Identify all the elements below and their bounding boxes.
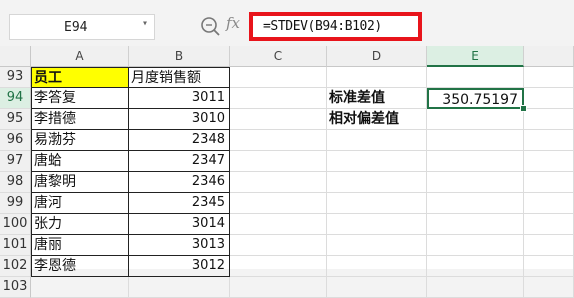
empty-cell[interactable]	[524, 214, 574, 235]
table-cell[interactable]: 3011	[129, 88, 230, 109]
table-cell[interactable]	[230, 109, 327, 130]
table-cell[interactable]	[427, 235, 524, 256]
row-header[interactable]: 102	[0, 256, 31, 277]
table-cell[interactable]	[230, 151, 327, 172]
empty-cell[interactable]	[524, 151, 574, 172]
table-cell[interactable]	[230, 67, 327, 88]
table-cell[interactable]	[427, 193, 524, 214]
table-cell[interactable]	[327, 214, 427, 235]
table-cell[interactable]: 唐丽	[31, 235, 129, 256]
label-cell[interactable]: 相对偏差值	[327, 109, 427, 130]
table-cell[interactable]	[327, 130, 427, 151]
table-cell[interactable]	[327, 172, 427, 193]
formula-bar: E94 ▾ fx =STDEV(B94:B102)	[0, 0, 574, 46]
table-cell[interactable]	[327, 256, 427, 277]
row-header[interactable]: 95	[0, 109, 31, 130]
select-all-corner[interactable]	[0, 46, 31, 67]
chevron-down-icon[interactable]: ▾	[142, 18, 148, 29]
table-cell[interactable]	[427, 172, 524, 193]
empty-cell[interactable]	[524, 67, 574, 88]
table-cell[interactable]: 2346	[129, 172, 230, 193]
table-cell[interactable]	[427, 256, 524, 277]
table-cell[interactable]	[327, 277, 427, 298]
label-cell[interactable]: 标准差值	[327, 88, 427, 109]
row-header[interactable]: 98	[0, 172, 31, 193]
table-cell[interactable]	[427, 277, 524, 298]
row-header[interactable]: 93	[0, 67, 31, 88]
table-cell[interactable]	[427, 214, 524, 235]
table-cell[interactable]: 2345	[129, 193, 230, 214]
table-cell[interactable]: 李恩德	[31, 256, 129, 277]
table-cell[interactable]: 唐黎明	[31, 172, 129, 193]
table-cell[interactable]	[31, 277, 129, 298]
column-header-c[interactable]: C	[230, 46, 327, 67]
column-header-b[interactable]: B	[129, 46, 230, 67]
table-cell[interactable]	[230, 88, 327, 109]
empty-cell[interactable]	[524, 277, 574, 298]
table-cell[interactable]	[427, 109, 524, 130]
column-header-e[interactable]: E	[427, 46, 524, 67]
table-cell[interactable]	[427, 67, 524, 88]
column-header-a[interactable]: A	[31, 46, 129, 67]
table-cell[interactable]: 3013	[129, 235, 230, 256]
formula-text: =STDEV(B94:B102)	[263, 19, 382, 34]
table-cell[interactable]: 易渤芬	[31, 130, 129, 151]
table-cell[interactable]	[230, 130, 327, 151]
empty-cell[interactable]	[524, 172, 574, 193]
spreadsheet-grid: A B C D E 93 员工 月度销售额 94 李答复 3011 标准差值 350.75197 95 李措…	[0, 46, 574, 298]
table-cell[interactable]: 李措德	[31, 109, 129, 130]
zoom-icon[interactable]	[199, 14, 223, 38]
table-cell[interactable]	[230, 235, 327, 256]
empty-cell[interactable]	[524, 109, 574, 130]
table-cell[interactable]	[230, 193, 327, 214]
fill-handle[interactable]	[520, 105, 527, 112]
table-cell[interactable]: 3014	[129, 214, 230, 235]
name-box-value: E94	[64, 20, 88, 35]
table-cell[interactable]: 3012	[129, 256, 230, 277]
table-cell[interactable]	[327, 151, 427, 172]
row-header[interactable]: 100	[0, 214, 31, 235]
table-cell[interactable]	[327, 67, 427, 88]
row-header[interactable]: 97	[0, 151, 31, 172]
table-cell[interactable]: 李答复	[31, 88, 129, 109]
row-header[interactable]: 94	[0, 88, 31, 109]
table-cell[interactable]: 月度销售额	[129, 67, 230, 88]
empty-cell[interactable]	[524, 130, 574, 151]
table-cell[interactable]	[327, 235, 427, 256]
table-cell[interactable]	[427, 130, 524, 151]
row-header[interactable]: 96	[0, 130, 31, 151]
empty-cell[interactable]	[524, 256, 574, 277]
empty-cell[interactable]	[524, 193, 574, 214]
table-cell[interactable]	[327, 193, 427, 214]
table-cell[interactable]	[230, 277, 327, 298]
row-header[interactable]: 99	[0, 193, 31, 214]
table-cell[interactable]	[129, 277, 230, 298]
table-cell[interactable]	[427, 151, 524, 172]
name-box[interactable]: E94 ▾	[9, 14, 155, 40]
table-cell[interactable]: 员工	[31, 67, 129, 88]
empty-cell[interactable]	[524, 235, 574, 256]
row-header[interactable]: 103	[0, 277, 31, 298]
column-header-d[interactable]: D	[327, 46, 427, 67]
table-cell[interactable]	[230, 214, 327, 235]
table-cell[interactable]	[230, 256, 327, 277]
active-cell[interactable]: 350.75197	[427, 88, 524, 109]
row-header[interactable]: 101	[0, 235, 31, 256]
table-cell[interactable]	[230, 172, 327, 193]
table-cell[interactable]: 张力	[31, 214, 129, 235]
table-cell[interactable]: 2347	[129, 151, 230, 172]
table-cell[interactable]: 2348	[129, 130, 230, 151]
table-cell[interactable]: 唐河	[31, 193, 129, 214]
column-header-filler	[524, 46, 574, 67]
fx-icon[interactable]: fx	[226, 14, 240, 32]
formula-input[interactable]: =STDEV(B94:B102)	[249, 12, 422, 41]
table-cell[interactable]: 3010	[129, 109, 230, 130]
empty-cell[interactable]	[524, 88, 574, 109]
table-cell[interactable]: 唐蛤	[31, 151, 129, 172]
